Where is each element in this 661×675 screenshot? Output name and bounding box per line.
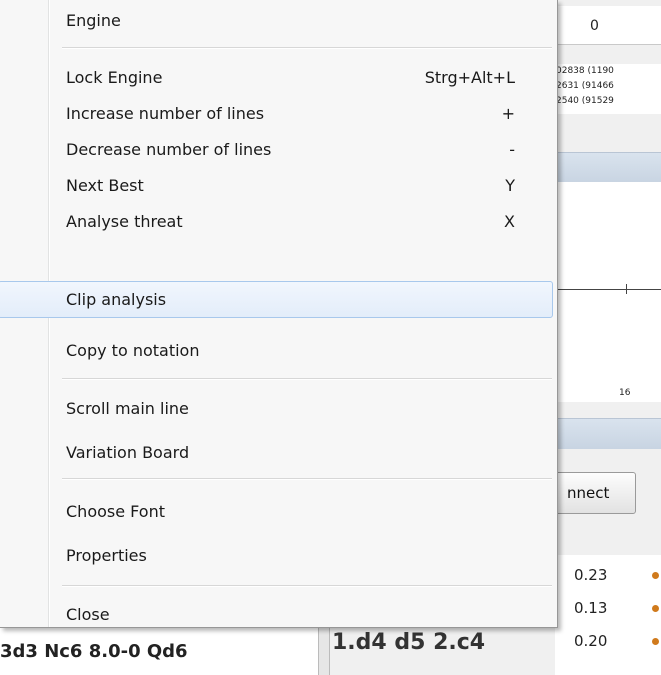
menu-item-label: Increase number of lines (66, 104, 265, 123)
menu-item-lock-engine[interactable]: Lock Engine Strg+Alt+L (0, 59, 553, 95)
menu-item-analyse-threat[interactable]: Analyse threat X (0, 203, 553, 239)
evaluation-graph (556, 182, 661, 402)
connect-button[interactable]: nnect (548, 472, 636, 514)
engine-line: 2540 (91529 (556, 96, 614, 106)
menu-item-label: Decrease number of lines (66, 140, 272, 159)
engine-context-menu: Engine Lock Engine Strg+Alt+L Increase n… (0, 0, 558, 628)
menu-separator (62, 378, 552, 379)
connect-button-label: nnect (567, 484, 610, 502)
graph-tick-label: 16 (619, 388, 631, 398)
panel-header (556, 418, 661, 449)
menu-item-shortcut: - (509, 140, 515, 159)
menu-item-shortcut: + (501, 104, 515, 123)
menu-item-label: Next Best (66, 176, 144, 195)
menu-item-choose-font[interactable]: Choose Font (0, 493, 553, 529)
eval-dot-icon (652, 605, 659, 612)
eval-value: 0.23 (574, 566, 608, 584)
graph-tick (626, 284, 627, 294)
eval-dot-icon (652, 638, 659, 645)
engine-line: 2631 (91466 (556, 81, 614, 91)
menu-item-decrease-lines[interactable]: Decrease number of lines - (0, 131, 553, 167)
evaluation-list (555, 555, 661, 675)
engine-main-line: 1.d4 d5 2.c4 (332, 630, 486, 655)
menu-separator (62, 585, 552, 586)
eval-value: 0.20 (574, 632, 608, 650)
graph-axis (556, 289, 661, 290)
menu-item-label: Lock Engine (66, 68, 163, 87)
menu-item-label: Variation Board (66, 443, 190, 462)
menu-item-copy-to-notation[interactable]: Copy to notation (0, 332, 553, 368)
eval-dot-icon (652, 572, 659, 579)
menu-item-scroll-main-line[interactable]: Scroll main line (0, 390, 553, 426)
eval-value: 0.13 (574, 599, 608, 617)
menu-item-variation-board[interactable]: Variation Board (0, 434, 553, 470)
menu-item-label: Choose Font (66, 502, 165, 521)
header-cell: 0 (555, 6, 661, 45)
engine-line: 02838 (1190 (556, 66, 614, 76)
engine-output-lines: 02838 (1190 2631 (91466 2540 (91529 (556, 64, 661, 114)
menu-item-properties[interactable]: Properties (0, 537, 553, 573)
menu-item-shortcut: X (504, 212, 515, 231)
menu-item-label: Properties (66, 546, 147, 565)
header-cell-value: 0 (590, 18, 599, 34)
menu-item-label: Copy to notation (66, 341, 200, 360)
menu-item-next-best[interactable]: Next Best Y (0, 167, 553, 203)
menu-item-close[interactable]: Close (0, 596, 553, 632)
panel-header (556, 152, 661, 183)
menu-item-label: Analyse threat (66, 212, 183, 231)
menu-item-shortcut: Strg+Alt+L (424, 68, 515, 87)
menu-item-label: Clip analysis (66, 290, 167, 309)
notation-text: 3d3 Nc6 8.0-0 Qd6 (0, 641, 188, 662)
menu-item-engine[interactable]: Engine (0, 2, 553, 38)
menu-item-increase-lines[interactable]: Increase number of lines + (0, 95, 553, 131)
menu-separator (62, 47, 552, 48)
menu-item-label: Engine (66, 11, 121, 30)
menu-separator (62, 478, 552, 479)
menu-item-label: Scroll main line (66, 399, 189, 418)
menu-item-shortcut: Y (505, 176, 515, 195)
menu-item-clip-analysis[interactable]: Clip analysis (0, 281, 553, 318)
menu-item-label: Close (66, 605, 110, 624)
